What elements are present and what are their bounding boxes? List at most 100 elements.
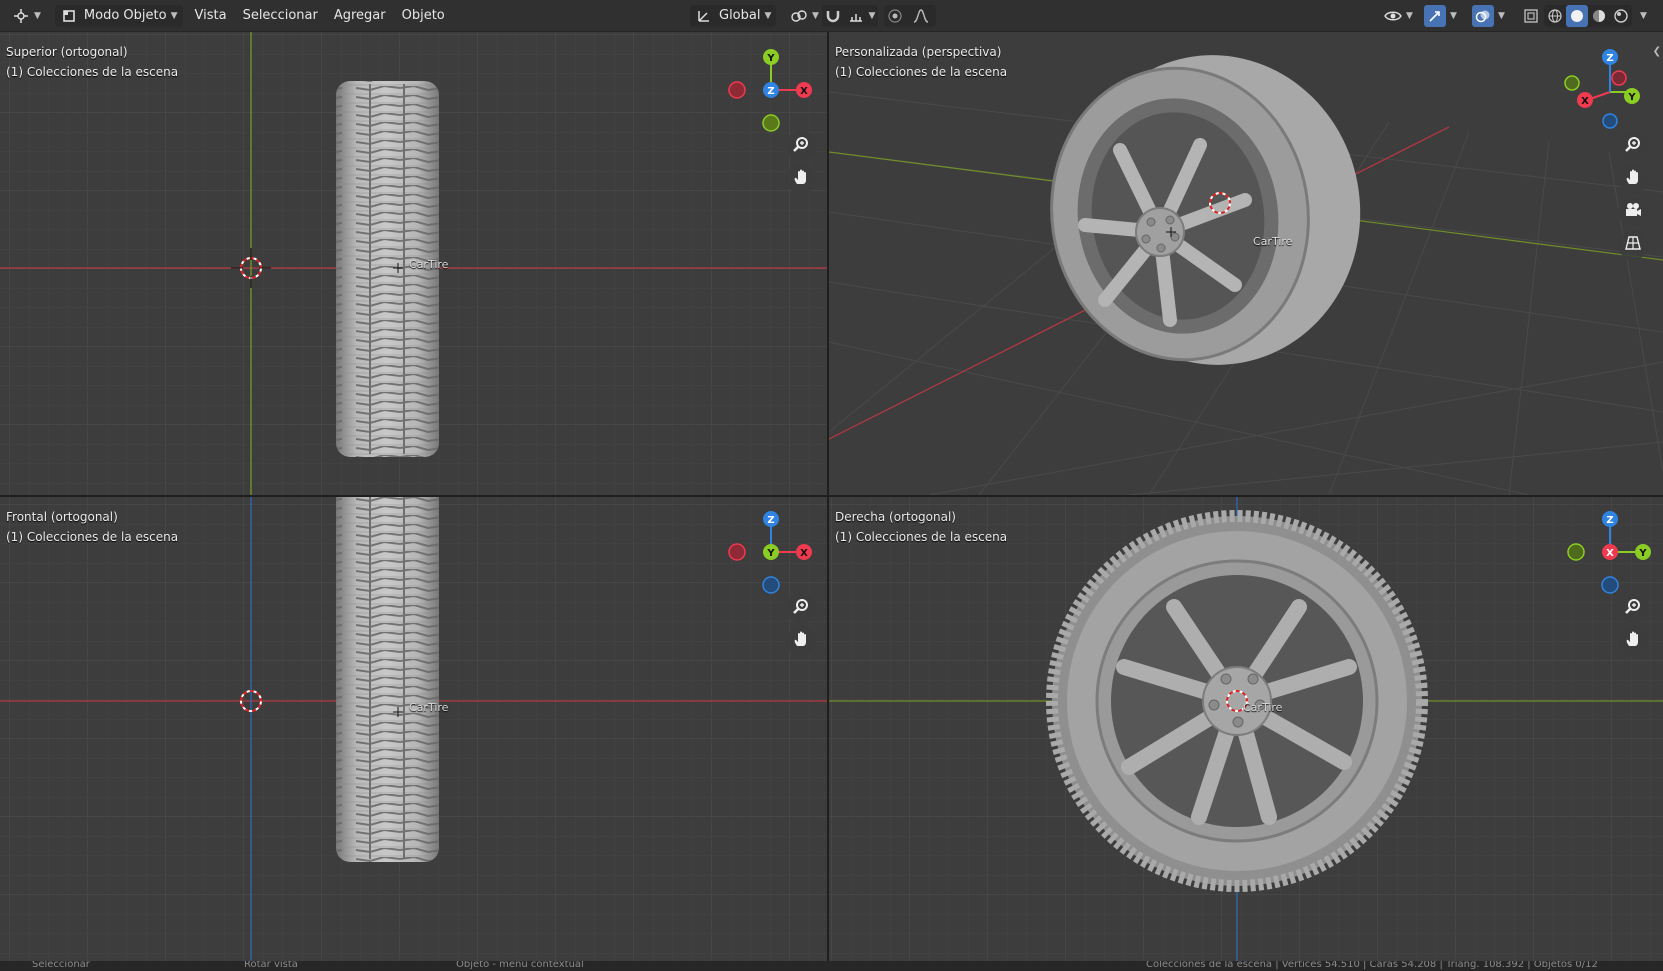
object-name-label: CarTire — [1253, 235, 1293, 248]
status-left: Seleccionar — [32, 961, 90, 970]
chevron-down-icon: ▼ — [1406, 10, 1413, 21]
gizmo-icon — [1424, 4, 1446, 27]
viewport-top[interactable]: Superior (ortogonal) (1) Colecciones de … — [0, 32, 827, 495]
overlays-icon — [1472, 4, 1494, 27]
snap-toggle[interactable] — [822, 5, 844, 27]
zoom-button[interactable] — [1618, 131, 1648, 161]
orientation-axes-icon — [695, 7, 713, 25]
pivot-point-button[interactable]: ▼ — [784, 4, 825, 28]
rendered-shading-button[interactable] — [1610, 5, 1632, 27]
mode-label: Modo Objeto — [83, 8, 167, 23]
snap-increment-icon — [847, 7, 865, 25]
orientation-label: Global — [719, 8, 761, 23]
chevron-down-icon: ▼ — [812, 10, 819, 21]
hand-icon — [1624, 630, 1642, 652]
status-middle: Rotar vista — [244, 961, 298, 970]
viewport-grid — [829, 497, 1663, 961]
view-name: Superior (ortogonal) — [6, 45, 128, 59]
viewport-header: ▼ Modo Objeto ▼ Vista Seleccionar Agrega… — [0, 0, 1663, 32]
collection-name: (1) Colecciones de la escena — [6, 530, 179, 544]
shading-options-dropdown[interactable]: ▼ — [1632, 4, 1651, 28]
viewport-right[interactable]: Derecha (ortogonal) (1) Colecciones de l… — [829, 497, 1663, 961]
overlays-toggle[interactable]: ▼ — [1466, 4, 1511, 28]
tire-front-view — [336, 497, 439, 862]
view-name: Personalizada (perspectiva) — [835, 45, 1002, 59]
object-name-label: CarTire — [409, 258, 449, 271]
status-right: Objeto - menú contextual — [456, 961, 584, 970]
eye-icon — [1384, 7, 1402, 25]
viewport-front[interactable]: Frontal (ortogonal) (1) Colecciones de l… — [0, 497, 827, 961]
menu-vista[interactable]: Vista — [187, 4, 235, 28]
solid-sphere-icon — [1568, 7, 1586, 25]
proportional-edit-toggle[interactable] — [884, 5, 906, 27]
zoom-magnifier-icon — [792, 597, 810, 619]
navigation-gizmo[interactable]: Z Y X — [1557, 40, 1657, 140]
viewport-grid — [0, 497, 827, 961]
viewport-grid — [829, 55, 1663, 495]
gizmo-y-label: Y — [1638, 548, 1647, 559]
navigation-gizmo[interactable]: Y X Z — [720, 40, 820, 140]
camera-icon — [1624, 201, 1642, 223]
viewport-info: Derecha (ortogonal) (1) Colecciones de l… — [835, 507, 1007, 547]
pivot-link-icon — [790, 7, 808, 25]
zoom-magnifier-icon — [1624, 597, 1642, 619]
wireframe-shading-button[interactable] — [1544, 5, 1566, 27]
hand-icon — [1624, 168, 1642, 190]
projection-toggle-button[interactable] — [1618, 230, 1648, 260]
collection-name: (1) Colecciones de la escena — [835, 65, 1008, 79]
viewport-perspective[interactable]: Personalizada (perspectiva) (1) Coleccio… — [829, 32, 1663, 495]
solid-shading-button[interactable] — [1566, 4, 1588, 27]
menu-objeto[interactable]: Objeto — [394, 4, 453, 28]
material-shading-button[interactable] — [1588, 5, 1610, 27]
chevron-down-icon: ▼ — [1498, 10, 1505, 21]
navigation-gizmo[interactable]: Z Y X — [1559, 502, 1659, 602]
gizmo-z-label: Z — [1606, 515, 1613, 526]
sidebar-toggle[interactable]: ❮ — [1653, 46, 1661, 57]
gizmo-z-label: Z — [767, 86, 774, 97]
hand-icon — [792, 168, 810, 190]
gizmo-y-label: Y — [1627, 92, 1636, 103]
scene-stats: Colecciones de la escena | Vértices 54.5… — [1146, 961, 1598, 970]
editor-type-button[interactable]: ▼ — [6, 4, 47, 28]
chevron-down-icon: ▼ — [1450, 10, 1457, 21]
material-sphere-icon — [1590, 7, 1608, 25]
snap-target-dropdown[interactable]: ▼ — [844, 5, 878, 27]
viewport-info: Superior (ortogonal) (1) Colecciones de … — [6, 42, 178, 82]
hand-icon — [792, 630, 810, 652]
chevron-down-icon: ▼ — [1640, 10, 1647, 21]
transform-orientation-dropdown[interactable]: Global ▼ — [690, 4, 777, 27]
zoom-magnifier-icon — [1624, 135, 1642, 157]
proportional-edit-group — [884, 4, 936, 27]
menu-seleccionar[interactable]: Seleccionar — [235, 4, 326, 28]
proportional-edit-icon — [886, 7, 904, 25]
zoom-button[interactable] — [786, 131, 816, 161]
mode-dropdown[interactable]: Modo Objeto ▼ — [54, 4, 183, 27]
navigation-gizmo[interactable]: Z X Y — [720, 502, 820, 602]
menu-agregar[interactable]: Agregar — [326, 4, 394, 28]
xray-toggle[interactable] — [1516, 4, 1546, 28]
zoom-button[interactable] — [786, 593, 816, 623]
gizmo-x-label: X — [800, 548, 808, 559]
gizmo-y-label: Y — [766, 53, 775, 64]
object-name-label: CarTire — [1243, 701, 1283, 714]
view-name: Derecha (ortogonal) — [835, 510, 956, 524]
pan-button[interactable] — [1618, 626, 1648, 656]
tire-perspective-view — [1050, 55, 1361, 365]
gizmo-z-label: Z — [767, 515, 774, 526]
pan-button[interactable] — [786, 626, 816, 656]
snapping-group: ▼ — [822, 4, 878, 27]
falloff-dropdown[interactable] — [906, 5, 936, 27]
zoom-magnifier-icon — [792, 135, 810, 157]
object-visibility-button[interactable]: ▼ — [1378, 4, 1419, 28]
view-name: Frontal (ortogonal) — [6, 510, 118, 524]
camera-view-button[interactable] — [1618, 197, 1648, 227]
gizmo-toggle[interactable]: ▼ — [1418, 4, 1463, 28]
zoom-button[interactable] — [1618, 593, 1648, 623]
chevron-down-icon: ▼ — [34, 10, 41, 21]
viewport-divider-horizontal[interactable] — [0, 495, 1663, 497]
pan-button[interactable] — [786, 164, 816, 194]
pan-button[interactable] — [1618, 164, 1648, 194]
gizmo-z-label: Z — [1606, 53, 1613, 64]
tire-side-view — [1046, 510, 1428, 892]
collection-name: (1) Colecciones de la escena — [6, 65, 179, 79]
